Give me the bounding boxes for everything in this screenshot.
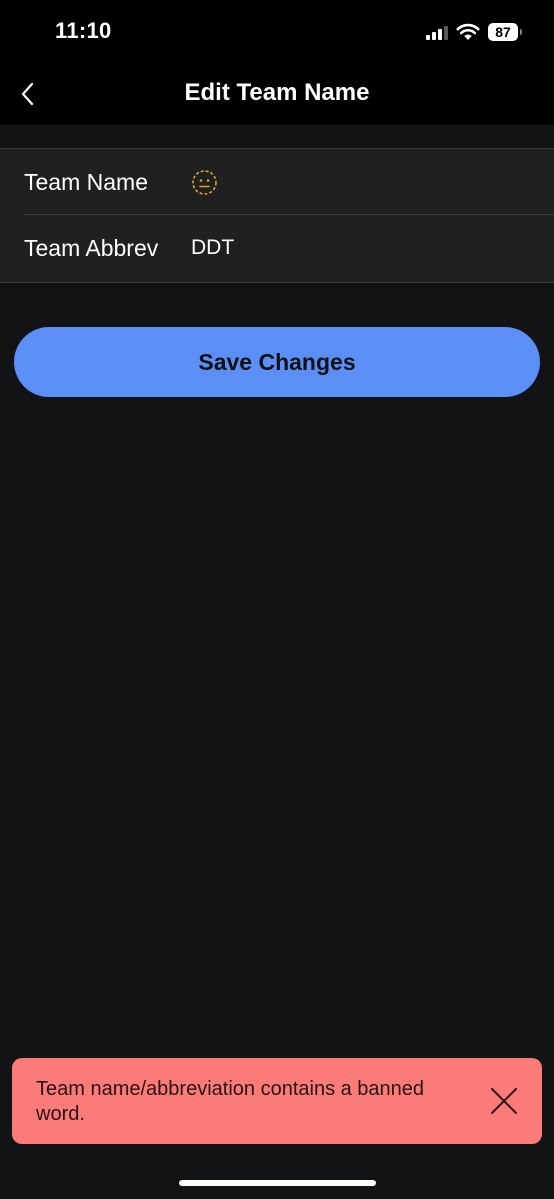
status-bar: 11:10 87 (0, 0, 554, 62)
team-form: Team Name Team Abbrev DDT (0, 148, 554, 283)
battery-icon: 87 (488, 23, 522, 41)
team-abbrev-input[interactable]: DDT (191, 236, 521, 260)
team-abbrev-label: Team Abbrev (24, 235, 159, 261)
team-abbrev-row[interactable]: Team Abbrev DDT (0, 215, 554, 281)
battery-level: 87 (495, 24, 511, 40)
status-time: 11:10 (55, 18, 112, 43)
page-title: Edit Team Name (184, 79, 370, 106)
close-icon[interactable] (488, 1085, 520, 1117)
home-indicator[interactable] (179, 1180, 376, 1186)
app-screen: 11:10 87 Edit Team Name Team Name Team A… (0, 0, 554, 1199)
signal-icon (426, 24, 448, 40)
toast-message: Team name/abbreviation contains a banned… (36, 1078, 425, 1125)
neutral-face-emoji-icon[interactable] (191, 169, 218, 196)
wifi-icon (456, 23, 480, 40)
team-name-label: Team Name (24, 169, 148, 195)
save-changes-button[interactable]: Save Changes (14, 327, 540, 397)
team-name-row[interactable]: Team Name (0, 149, 554, 215)
status-icons: 87 (426, 20, 522, 44)
nav-header: Edit Team Name (0, 62, 554, 125)
error-toast: Team name/abbreviation contains a banned… (12, 1058, 542, 1144)
